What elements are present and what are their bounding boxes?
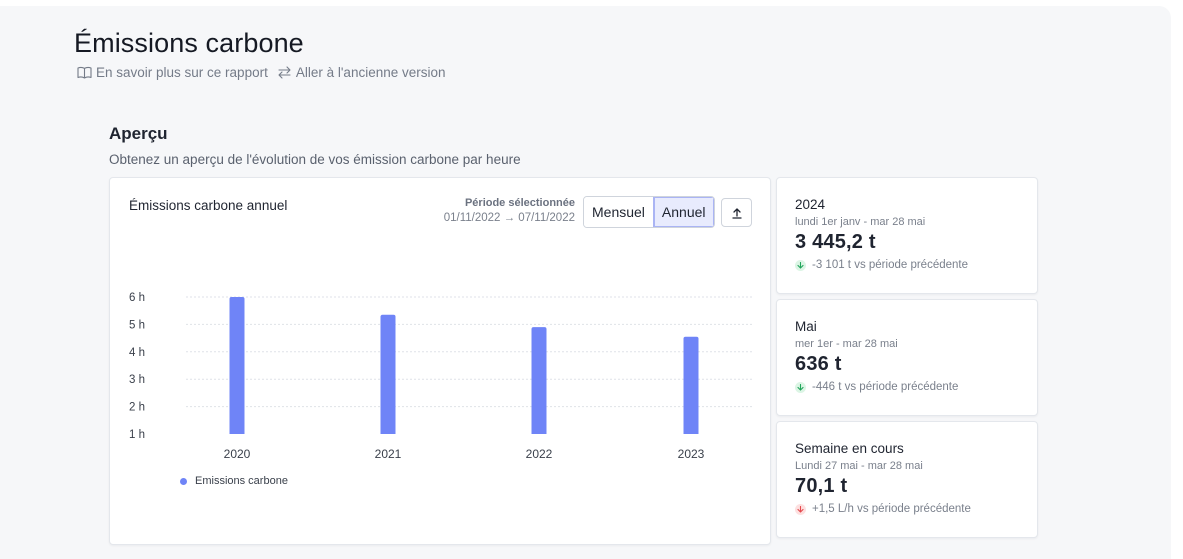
- stat-delta: -446 t vs période précédente: [795, 381, 1019, 393]
- stat-range: lundi 1er janv - mar 28 mai: [795, 216, 926, 228]
- stat-range: mer 1er - mar 28 mai: [795, 338, 898, 350]
- stat-value: 70,1 t: [795, 475, 848, 497]
- arrow-down-icon: [795, 259, 806, 271]
- arrow-down-icon: [795, 381, 806, 393]
- chart-card: Émissions carbone annuel Période sélecti…: [109, 177, 771, 545]
- x-tick-label: 2020: [224, 447, 251, 461]
- book-icon: [77, 66, 92, 79]
- stat-card-month: Mai mer 1er - mar 28 mai 636 t -446 t vs…: [776, 299, 1038, 416]
- overview-title: Aperçu: [109, 124, 168, 143]
- y-tick-label: 6 h: [129, 292, 145, 304]
- stat-card-year: 2024 lundi 1er janv - mar 28 mai 3 445,2…: [776, 177, 1038, 294]
- stat-delta: +1,5 L/h vs période précédente: [795, 503, 1019, 515]
- stat-name: Semaine en cours: [795, 441, 904, 456]
- page-title: Émissions carbone: [74, 28, 304, 58]
- overview-subtitle: Obtenez un aperçu de l'évolution de vos …: [109, 152, 521, 167]
- learn-more-link[interactable]: En savoir plus sur ce rapport: [77, 65, 268, 80]
- arrow-down-icon: [795, 503, 806, 515]
- y-tick-label: 1 h: [129, 429, 145, 441]
- y-tick-label: 4 h: [129, 347, 145, 359]
- stat-delta-text: -446 t vs période précédente: [812, 381, 959, 393]
- chart-legend: Emissions carbone: [180, 475, 288, 487]
- header-links: En savoir plus sur ce rapport Aller à l'…: [77, 65, 446, 80]
- stat-value: 3 445,2 t: [795, 231, 876, 253]
- y-tick-label: 5 h: [129, 319, 145, 331]
- swap-icon: [278, 66, 291, 79]
- bar-chart: 6 h 5 h 4 h 3 h 2 h 1 h 2020 2021 2022 2023: [129, 292, 752, 461]
- old-version-link[interactable]: Aller à l'ancienne version: [277, 65, 446, 80]
- bar-2021[interactable]: [380, 314, 396, 434]
- old-version-label: Aller à l'ancienne version: [295, 65, 446, 80]
- legend-dot: [180, 477, 187, 485]
- learn-more-label: En savoir plus sur ce rapport: [96, 65, 268, 80]
- y-tick-label: 3 h: [129, 374, 145, 386]
- stat-name: Mai: [795, 319, 817, 334]
- stat-range: Lundi 27 mai - mar 28 mai: [795, 460, 923, 472]
- x-tick-label: 2023: [678, 447, 705, 461]
- x-tick-label: 2021: [375, 447, 402, 461]
- stat-delta-text: -3 101 t vs période précédente: [812, 259, 968, 271]
- page: Émissions carbone En savoir plus sur ce …: [0, 6, 1171, 559]
- x-tick-label: 2022: [526, 447, 553, 461]
- stat-delta-text: +1,5 L/h vs période précédente: [812, 503, 971, 515]
- bar-2020[interactable]: [229, 297, 245, 434]
- stat-name: 2024: [795, 197, 826, 212]
- y-tick-label: 2 h: [129, 402, 145, 414]
- stat-delta: -3 101 t vs période précédente: [795, 259, 1019, 271]
- legend-label: Emissions carbone: [195, 475, 288, 487]
- bar-2022[interactable]: [531, 327, 547, 434]
- stat-value: 636 t: [795, 353, 842, 375]
- stat-card-week: Semaine en cours Lundi 27 mai - mar 28 m…: [776, 421, 1038, 538]
- bar-2023[interactable]: [683, 336, 699, 434]
